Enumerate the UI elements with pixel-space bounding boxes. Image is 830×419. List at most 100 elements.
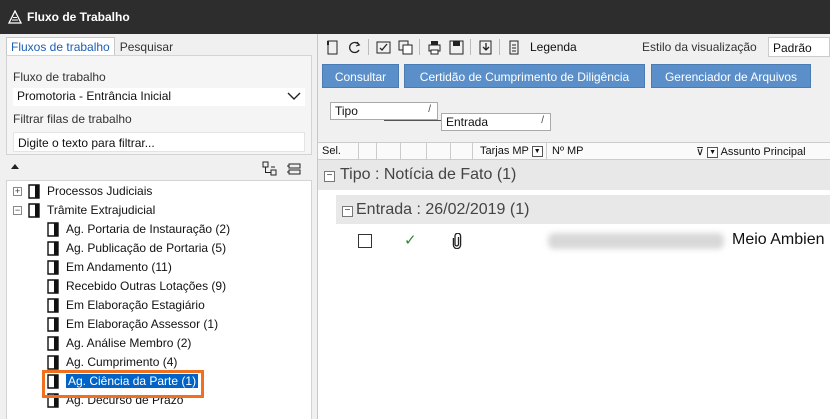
group-chip-entrada[interactable]: Entrada / — [441, 113, 551, 131]
view-style-select[interactable]: Padrão — [768, 37, 830, 57]
column-tarjas-label: Tarjas MP — [480, 145, 529, 157]
sort-icon: / — [541, 115, 544, 126]
save-icon[interactable] — [449, 40, 464, 55]
toolbar-separator — [470, 39, 471, 55]
column-numero[interactable]: Nº MP — [552, 145, 584, 157]
filter-input[interactable]: Digite o texto para filtrar... — [13, 132, 305, 152]
right-panel: Legenda Estilo da visualização Padrão Co… — [318, 34, 830, 419]
workflow-select-value: Promotoria - Entrância Inicial — [17, 89, 172, 103]
group-row-label: Entrada : 26/02/2019 (1) — [356, 201, 530, 218]
document-icon — [47, 297, 59, 313]
document-icon — [47, 335, 59, 351]
filter-icon[interactable]: ⊽ — [696, 146, 704, 158]
expand-icon[interactable]: + — [13, 186, 22, 196]
group-row-tipo[interactable]: − Tipo : Notícia de Fato (1) — [318, 160, 830, 190]
highlight-annotation — [42, 370, 204, 398]
document-icon — [47, 221, 59, 237]
document-icon — [47, 278, 59, 294]
filter-dropdown-icon[interactable]: ▼ — [707, 146, 719, 158]
refresh-icon[interactable] — [347, 40, 362, 55]
print-icon[interactable] — [427, 40, 442, 55]
tree-node-label: Em Elaboração Assessor (1) — [66, 317, 219, 331]
document-icon — [47, 240, 59, 256]
column-header: Sel. Tarjas MP ▼ Nº MP ⊽ ▼ Assunto Princ… — [318, 142, 830, 160]
column-sel[interactable]: Sel. — [322, 145, 341, 157]
app-logo-icon — [8, 10, 22, 24]
column-tarjas[interactable]: Tarjas MP ▼ — [480, 145, 543, 157]
document-icon — [28, 202, 40, 218]
action-bar: Consultar Certidão de Cumprimento de Dil… — [318, 60, 830, 92]
tree-node-queue[interactable]: Em Elaboração Estagiário — [47, 296, 205, 314]
column-divider — [450, 143, 451, 160]
tree-node-tramite-extrajudicial[interactable]: − Trâmite Extrajudicial — [13, 201, 155, 219]
filter-panel: Fluxo de trabalho Promotoria - Entrância… — [6, 55, 312, 155]
caret-up-icon[interactable] — [10, 162, 20, 170]
legend-button[interactable]: Legenda — [530, 40, 577, 54]
tree-node-queue[interactable]: Ag. Publicação de Portaria (5) — [47, 239, 226, 257]
redacted-number — [548, 233, 724, 249]
new-document-icon[interactable] — [325, 40, 340, 55]
group-row-label: Tipo : Notícia de Fato (1) — [340, 166, 517, 183]
column-divider — [426, 143, 427, 160]
column-divider — [400, 143, 401, 160]
tree-node-queue[interactable]: Ag. Portaria de Instauração (2) — [47, 220, 230, 238]
expand-all-icon[interactable] — [262, 161, 278, 177]
tab-fluxos-de-trabalho[interactable]: Fluxos de trabalho — [6, 37, 115, 56]
tree-node-queue[interactable]: Em Andamento (11) — [47, 258, 172, 276]
tree-toolbar — [6, 158, 312, 182]
toolbar-separator — [499, 39, 500, 55]
row-subject: Meio Ambien — [732, 231, 825, 248]
tree-node-label: Em Elaboração Estagiário — [66, 298, 205, 312]
checkmark-icon: ✓ — [404, 232, 417, 249]
collapse-icon[interactable]: − — [342, 206, 353, 217]
tree-node-label: Ag. Análise Membro (2) — [66, 336, 192, 350]
filter-label: Filtrar filas de trabalho — [13, 112, 132, 126]
tree-node-queue[interactable]: Ag. Análise Membro (2) — [47, 334, 191, 352]
collapse-all-icon[interactable] — [286, 161, 302, 177]
gerenciador-arquivos-button[interactable]: Gerenciador de Arquivos — [651, 64, 811, 88]
collapse-icon[interactable]: − — [13, 205, 22, 215]
tree-node-queue[interactable]: Em Elaboração Assessor (1) — [47, 315, 218, 333]
toolbar-separator — [419, 39, 420, 55]
tab-pesquisar[interactable]: Pesquisar — [115, 37, 178, 56]
document-icon — [47, 316, 59, 332]
check-list-icon[interactable] — [376, 40, 391, 55]
attachment-icon[interactable] — [452, 233, 462, 249]
tree-node-label: Processos Judiciais — [47, 184, 153, 198]
group-row-entrada[interactable]: − Entrada : 26/02/2019 (1) — [336, 194, 830, 224]
tree-node-queue[interactable]: Ag. Cumprimento (4) — [47, 353, 177, 371]
group-chip-label: Entrada — [446, 115, 489, 129]
tree-node-label: Recebido Outras Lotações (9) — [66, 279, 227, 293]
consultar-button[interactable]: Consultar — [322, 64, 399, 88]
tree-node-label: Em Andamento (11) — [66, 260, 172, 274]
tree-node-label: Ag. Cumprimento (4) — [66, 355, 178, 369]
download-document-icon[interactable] — [478, 40, 493, 55]
group-by-panel: Tipo / Entrada / — [318, 92, 830, 142]
table-row[interactable]: ✓ Meio Ambien — [318, 230, 830, 254]
group-chip-label: Tipo — [335, 104, 358, 118]
document-icon — [28, 183, 40, 199]
copy-icon[interactable] — [398, 40, 413, 55]
filter-dropdown-icon[interactable]: ▼ — [531, 145, 543, 157]
chevron-down-icon — [287, 92, 301, 100]
column-divider — [546, 143, 547, 160]
column-assunto-label: Assunto Principal — [720, 146, 806, 158]
workflow-select[interactable]: Promotoria - Entrância Inicial — [13, 88, 305, 106]
document-icon — [47, 354, 59, 370]
left-panel: Fluxos de trabalho Pesquisar Fluxo de tr… — [0, 34, 318, 419]
legend-icon[interactable] — [507, 40, 522, 55]
row-checkbox[interactable] — [358, 234, 372, 248]
collapse-icon[interactable]: − — [324, 171, 335, 182]
tree-node-processos-judiciais[interactable]: + Processos Judiciais — [13, 182, 152, 200]
tree-node-label: Ag. Publicação de Portaria (5) — [66, 241, 227, 255]
tree-node-queue[interactable]: Recebido Outras Lotações (9) — [47, 277, 226, 295]
window-title: Fluxo de Trabalho — [27, 10, 130, 24]
certidao-button[interactable]: Certidão de Cumprimento de Diligência — [404, 64, 645, 88]
tree-node-label: Trâmite Extrajudicial — [47, 203, 156, 217]
document-icon — [47, 259, 59, 275]
column-divider — [358, 143, 359, 160]
group-connector — [384, 120, 441, 121]
column-assunto[interactable]: ⊽ ▼ Assunto Principal — [696, 145, 806, 158]
toolbar-separator — [368, 39, 369, 55]
group-chip-tipo[interactable]: Tipo / — [330, 102, 438, 120]
